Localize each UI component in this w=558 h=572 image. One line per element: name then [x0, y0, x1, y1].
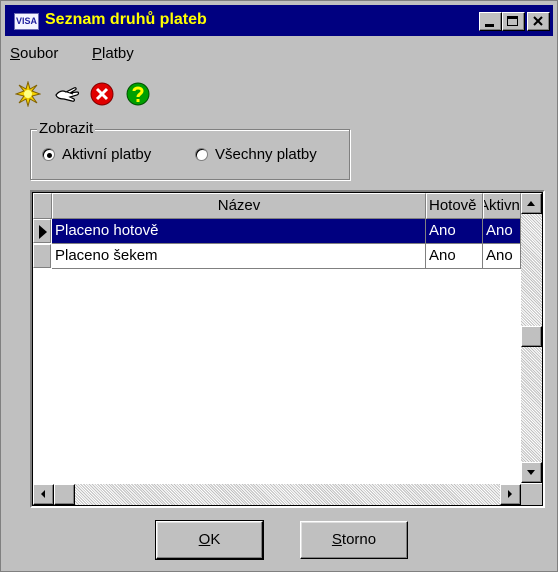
- radio-button-icon: [195, 148, 208, 161]
- menu-soubor-accel: S: [10, 45, 21, 62]
- cancel-label: torno: [341, 531, 377, 548]
- cell-aktivni[interactable]: Ano: [483, 219, 521, 244]
- row-indicator: [33, 244, 51, 268]
- column-header-hotove[interactable]: Hotově: [426, 193, 483, 219]
- cell-hotove[interactable]: Ano: [426, 219, 483, 244]
- arrow-down-icon: [527, 470, 535, 475]
- new-item-button[interactable]: [14, 80, 42, 109]
- vertical-scrollbar[interactable]: [521, 193, 542, 483]
- close-icon: [533, 16, 543, 26]
- row-indicator: [33, 219, 51, 243]
- help-icon: [126, 82, 150, 106]
- close-button[interactable]: [527, 12, 550, 31]
- cancel-button[interactable]: Storno: [300, 521, 408, 559]
- column-header-nazev[interactable]: Název: [52, 193, 426, 219]
- menu-soubor-label: oubor: [20, 45, 59, 62]
- visa-card-icon: VISA: [14, 13, 39, 30]
- horizontal-scrollbar[interactable]: [33, 484, 521, 505]
- row-indicator-header: [33, 193, 52, 219]
- arrow-up-icon: [527, 201, 535, 206]
- display-filter-group: Zobrazit Aktivní platby Všechny platby: [30, 120, 350, 180]
- radio-all-label: Všechny platby: [215, 146, 317, 163]
- ok-label: K: [210, 531, 221, 548]
- ok-accel: O: [198, 531, 211, 548]
- scroll-left-button[interactable]: [33, 484, 54, 505]
- menu-bar: Soubor Platby: [5, 41, 553, 65]
- menu-platby-accel: P: [92, 45, 103, 62]
- help-button[interactable]: [125, 81, 151, 109]
- toolbar: [5, 80, 553, 111]
- payment-types-grid[interactable]: Název Hotově Aktivní Placeno hotově Ano …: [30, 190, 545, 508]
- cell-nazev[interactable]: Placeno šekem: [52, 244, 426, 269]
- menu-platby-label: latby: [102, 45, 134, 62]
- radio-active-label: Aktivní platby: [62, 146, 152, 163]
- title-bar[interactable]: VISA Seznam druhů plateb: [5, 5, 553, 36]
- radio-button-icon: [42, 148, 55, 161]
- delete-icon: [90, 82, 114, 106]
- edit-hand-icon: [55, 87, 80, 102]
- new-item-icon: [14, 80, 42, 108]
- horizontal-scroll-thumb[interactable]: [54, 484, 75, 505]
- delete-button[interactable]: [89, 81, 115, 109]
- menu-soubor[interactable]: Soubor: [10, 45, 58, 62]
- column-header-aktivni[interactable]: Aktivní: [483, 193, 521, 219]
- maximize-button[interactable]: [502, 12, 525, 31]
- edit-button[interactable]: [53, 81, 80, 109]
- payment-types-window: VISA Seznam druhů plateb Soubor Platby Z…: [0, 0, 558, 572]
- radio-dot-icon: [47, 153, 52, 158]
- vertical-scroll-thumb[interactable]: [521, 326, 542, 347]
- minimize-button[interactable]: [479, 12, 502, 31]
- scroll-corner: [521, 484, 542, 505]
- minimize-icon: [485, 24, 494, 27]
- group-legend: Zobrazit: [37, 120, 96, 137]
- current-row-arrow-icon: [39, 225, 47, 239]
- table-row[interactable]: Placeno šekem Ano Ano: [33, 244, 521, 269]
- scroll-right-button[interactable]: [500, 484, 521, 505]
- cell-hotove[interactable]: Ano: [426, 244, 483, 269]
- arrow-right-icon: [508, 490, 512, 498]
- menu-platby[interactable]: Platby: [92, 45, 134, 62]
- table-row[interactable]: Placeno hotově Ano Ano: [33, 219, 521, 244]
- scroll-up-button[interactable]: [521, 193, 542, 214]
- maximize-icon: [507, 16, 518, 26]
- cell-nazev[interactable]: Placeno hotově: [52, 219, 426, 244]
- scroll-down-button[interactable]: [521, 462, 542, 483]
- cell-aktivni[interactable]: Ano: [483, 244, 521, 269]
- cancel-accel: S: [331, 531, 342, 548]
- window-title: Seznam druhů plateb: [45, 11, 207, 28]
- ok-button[interactable]: OK: [155, 520, 264, 560]
- arrow-left-icon: [41, 490, 45, 498]
